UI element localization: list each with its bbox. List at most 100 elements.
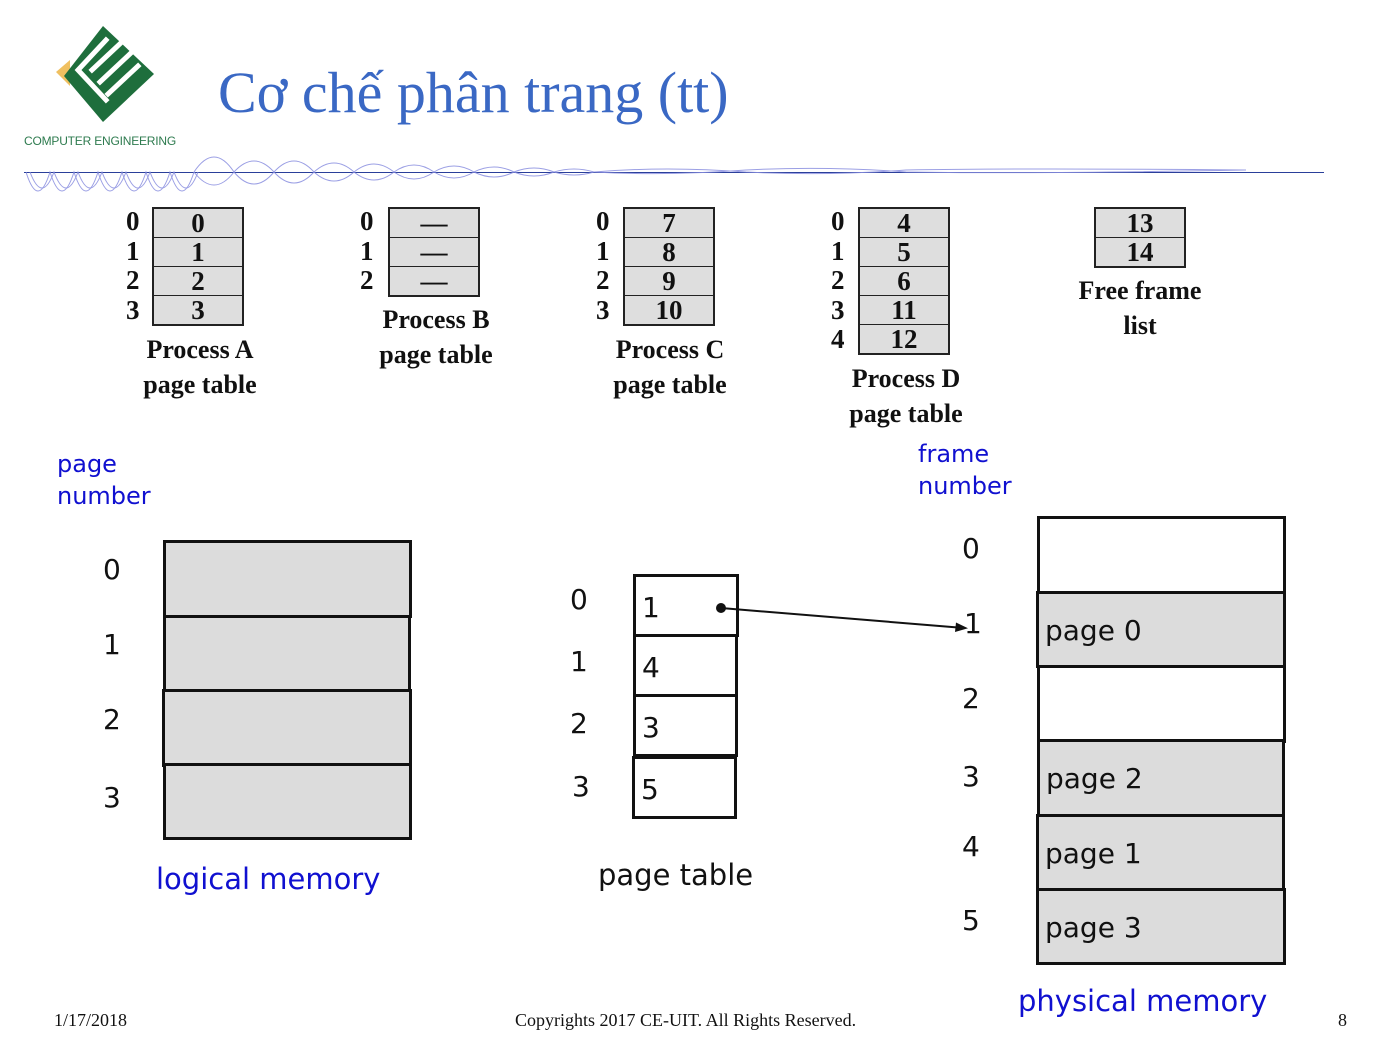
frame-number-label: frame number: [918, 438, 1012, 502]
row-index: 3: [831, 294, 845, 325]
process-b-indexes: 0 1 2: [360, 206, 374, 296]
table-cell: 6: [860, 266, 948, 295]
table-cell: 12: [860, 324, 948, 353]
table-cell: —: [390, 266, 478, 295]
physical-frame: page 3: [1036, 888, 1286, 965]
frame-content: page 1: [1045, 837, 1142, 870]
caption-line: page table: [143, 370, 257, 399]
logical-page-block: [163, 615, 411, 693]
free-frame-caption: Free frame list: [1060, 273, 1220, 343]
table-cell: 1: [154, 237, 242, 266]
page-index: 3: [103, 781, 121, 814]
page-table-entry: 5: [632, 756, 737, 819]
process-c-indexes: 0 1 2 3: [596, 206, 610, 325]
page-table-index: 3: [572, 770, 590, 803]
physical-frame: page 0: [1036, 591, 1286, 668]
frame-value: 1: [642, 591, 660, 624]
frame-content: page 3: [1045, 911, 1142, 944]
physical-frame: [1037, 516, 1286, 594]
frame-value: 4: [642, 651, 660, 684]
row-index: 0: [360, 206, 374, 236]
process-d-caption: Process D page table: [826, 361, 986, 431]
label-line: page: [57, 450, 117, 478]
row-index: 3: [596, 294, 610, 325]
page-table-entry: 3: [633, 694, 738, 757]
page-table-entry: 4: [633, 634, 738, 697]
table-cell: 2: [154, 266, 242, 295]
table-cell: —: [420, 208, 448, 238]
slide-title: Cơ chế phân trang (tt): [218, 60, 729, 125]
page-table-caption: page table: [598, 858, 754, 892]
page-index: 1: [103, 628, 121, 661]
table-cell: 7: [662, 208, 676, 238]
free-frame-cell: 14: [1096, 237, 1184, 266]
caption-line: Free frame: [1078, 276, 1202, 305]
table-cell: 0: [191, 208, 205, 238]
process-d-indexes: 0 1 2 3 4: [831, 206, 845, 355]
row-index: 1: [596, 235, 610, 266]
table-cell: 11: [860, 295, 948, 324]
logical-page-block: [163, 763, 412, 840]
table-cell: 4: [897, 208, 911, 238]
row-index: 1: [360, 235, 374, 266]
page-table-index: 1: [570, 645, 588, 678]
computer-engineering-logo-icon: [56, 26, 154, 122]
table-cell: 5: [860, 237, 948, 266]
row-index: 2: [360, 265, 374, 295]
slide-number: 8: [1338, 1010, 1347, 1030]
logical-memory-caption: logical memory: [156, 862, 381, 896]
caption-line: page table: [613, 370, 727, 399]
frame-value: 5: [641, 773, 659, 806]
caption-line: Process B: [382, 305, 490, 334]
page-number-label: page number: [57, 448, 151, 512]
logo-text: COMPUTER ENGINEERING: [24, 134, 177, 148]
decorative-wave-icon: [26, 156, 1247, 192]
table-cell: 10: [625, 295, 713, 324]
row-index: 0: [831, 206, 845, 236]
table-cell: —: [390, 237, 478, 266]
label-line: frame: [918, 440, 990, 468]
process-b-caption: Process B page table: [356, 302, 516, 372]
mapping-arrow-icon: [716, 603, 968, 632]
logical-page-block: [163, 540, 412, 618]
label-line: number: [57, 482, 151, 510]
row-index: 4: [831, 324, 845, 354]
process-c-caption: Process C page table: [590, 332, 750, 402]
row-index: 1: [126, 235, 140, 266]
caption-line: page table: [849, 399, 963, 428]
physical-frame: page 2: [1037, 739, 1285, 817]
frame-index: 0: [962, 532, 980, 565]
page-table-index: 0: [570, 583, 588, 616]
frame-index: 4: [962, 830, 980, 863]
process-a-caption: Process A page table: [120, 332, 280, 402]
frame-value: 3: [642, 711, 660, 744]
table-cell: 8: [625, 237, 713, 266]
logical-page-block: [162, 689, 412, 767]
caption-line: page table: [379, 340, 493, 369]
process-a-indexes: 0 1 2 3: [126, 206, 140, 325]
frame-index: 2: [962, 682, 980, 715]
row-index: 2: [126, 265, 140, 295]
row-index: 3: [126, 294, 140, 325]
caption-line: Process C: [615, 335, 725, 364]
caption-line: list: [1123, 311, 1157, 340]
free-frame-cell: 13: [1126, 208, 1154, 238]
row-index: 2: [831, 265, 845, 295]
logo: [48, 24, 158, 128]
physical-memory-caption: physical memory: [1018, 984, 1268, 1018]
table-cell: 9: [625, 266, 713, 295]
physical-frame: page 1: [1036, 814, 1285, 891]
label-line: number: [918, 472, 1012, 500]
frame-content: page 0: [1045, 614, 1142, 647]
frame-content: page 2: [1046, 762, 1143, 795]
page-index: 2: [103, 703, 121, 736]
row-index: 0: [596, 206, 610, 236]
row-index: 1: [831, 235, 845, 266]
frame-index: 5: [962, 904, 980, 937]
page-index: 0: [103, 553, 121, 586]
footer-copyright: Copyrights 2017 CE-UIT. All Rights Reser…: [515, 1010, 857, 1030]
frame-index: 1: [964, 607, 982, 640]
row-index: 2: [596, 265, 610, 295]
caption-line: Process D: [851, 364, 961, 393]
footer-date: 1/17/2018: [54, 1010, 128, 1030]
